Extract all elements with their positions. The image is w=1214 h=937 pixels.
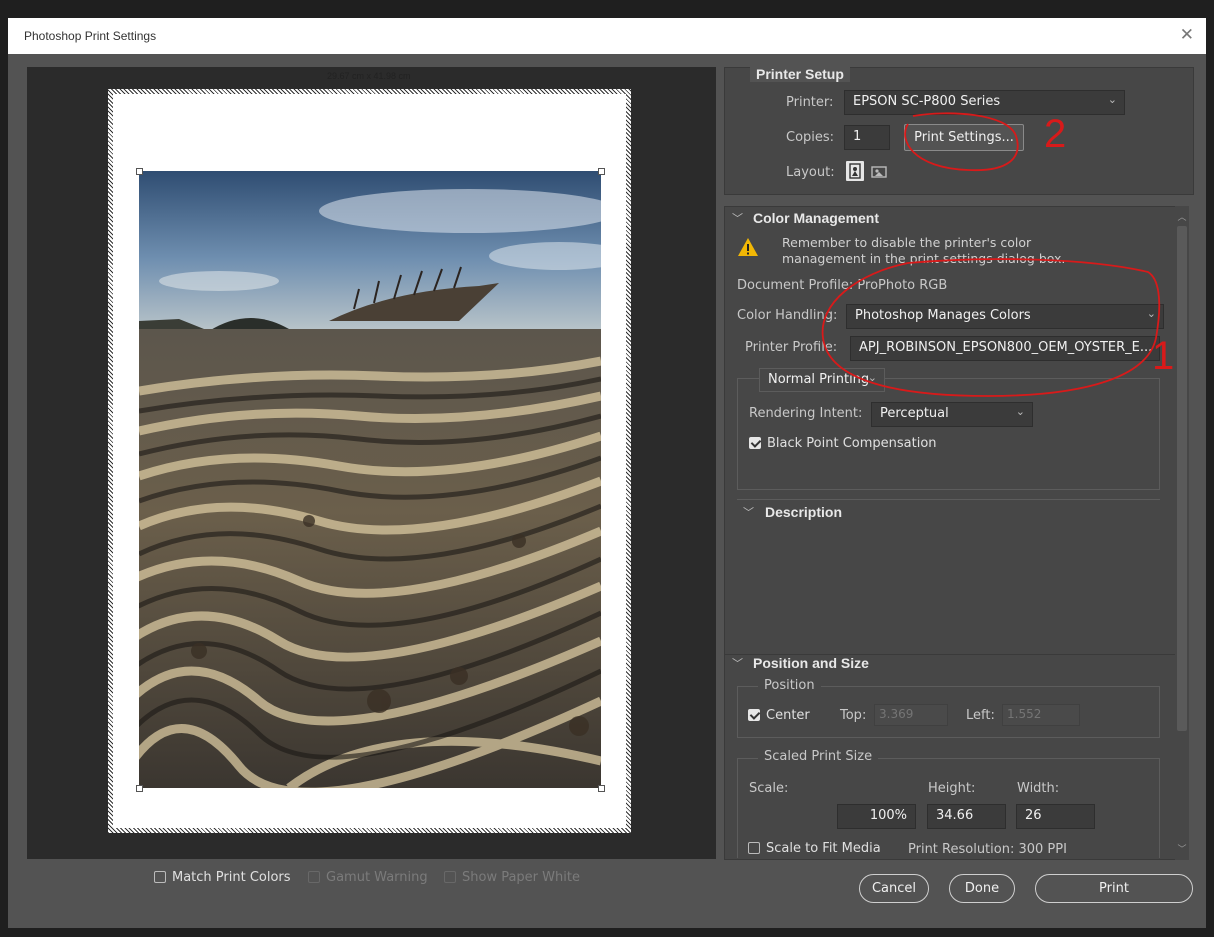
red-annotation-marks [821,112,1161,397]
annotation-number-1: 1 [1152,334,1175,378]
print-settings-dialog: Photoshop Print Settings ✕ 29.67 cm x 41… [8,18,1206,928]
annotation-number-2: 2 [1044,112,1067,156]
